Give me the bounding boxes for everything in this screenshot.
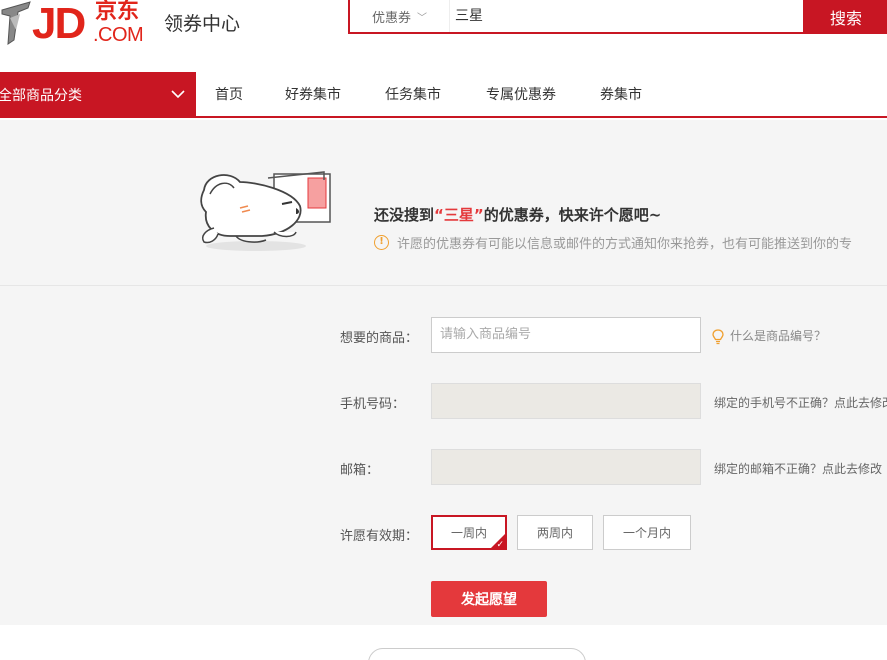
period-option-one-week[interactable]: 一周内 ✓ xyxy=(431,515,507,550)
bottom-pill-button[interactable] xyxy=(368,648,586,660)
all-categories-label: 全部商品分类 xyxy=(0,88,82,104)
empty-result-banner: 还没搜到“三星”的优惠券，快来许个愿吧~ ! 许愿的优惠券有可能以信息或邮件的方… xyxy=(0,120,887,286)
search-input[interactable]: 三星 xyxy=(455,0,795,32)
phone-label: 手机号码： xyxy=(340,397,406,412)
sleeping-dog-illustration xyxy=(200,171,331,251)
product-label: 想要的商品： xyxy=(340,331,419,346)
email-label: 邮箱： xyxy=(340,463,380,478)
email-modify-link[interactable]: 绑定的邮箱不正确？点此去修改 xyxy=(714,460,882,477)
logo-com-text: .COM xyxy=(93,24,144,46)
hero-title: 还没搜到“三星”的优惠券，快来许个愿吧~ xyxy=(374,204,661,225)
chevron-down-icon xyxy=(171,90,185,99)
main-nav: 全部商品分类 首页 好券集市 任务集市 专属优惠券 券集市 xyxy=(0,72,887,118)
chevron-down-icon: ﹀ xyxy=(417,12,427,24)
period-option-label: 一个月内 xyxy=(622,526,671,540)
product-id-help-text: 什么是商品编号？ xyxy=(730,329,827,343)
logo-cn-text: 京东 xyxy=(95,0,140,24)
nav-link-coupon-market[interactable]: 券集市 xyxy=(600,72,642,118)
all-categories-menu[interactable]: 全部商品分类 xyxy=(0,72,196,118)
warning-icon: ! xyxy=(374,235,389,250)
product-id-input[interactable]: 请输入商品编号 xyxy=(431,317,701,353)
period-option-label: 一周内 xyxy=(450,526,487,540)
header: JD 京东 .COM 领券中心 优惠券 ﹀ 三星 搜索 xyxy=(0,0,887,72)
logo-jd-text: JD xyxy=(32,0,86,48)
checkmark-icon: ✓ xyxy=(496,540,504,550)
nav-link-exclusive-coupons[interactable]: 专属优惠券 xyxy=(486,72,556,118)
jd-dog-mascot-icon xyxy=(1,1,31,45)
hero-keyword: “三星” xyxy=(434,206,484,224)
wish-panel: 还没搜到“三星”的优惠券，快来许个愿吧~ ! 许愿的优惠券有可能以信息或邮件的方… xyxy=(0,120,887,660)
validity-label: 许愿有效期： xyxy=(340,529,419,544)
site-title: 领券中心 xyxy=(164,13,241,35)
period-option-two-weeks[interactable]: 两周内 xyxy=(517,515,593,550)
search-button[interactable]: 搜索 xyxy=(805,0,887,34)
phone-field xyxy=(431,383,701,419)
lightbulb-icon xyxy=(712,328,724,344)
search-category-dropdown[interactable]: 优惠券 ﹀ xyxy=(350,0,450,32)
phone-modify-link[interactable]: 绑定的手机号不正确？点此去修改 xyxy=(714,394,887,411)
nav-link-task-market[interactable]: 任务集市 xyxy=(385,72,441,118)
jd-logo[interactable]: JD 京东 .COM xyxy=(0,0,150,50)
search-category-label: 优惠券 xyxy=(371,10,411,26)
email-field xyxy=(431,449,701,485)
search-box: 优惠券 ﹀ 三星 xyxy=(348,0,805,34)
submit-wish-button[interactable]: 发起愿望 xyxy=(431,581,547,617)
period-option-label: 两周内 xyxy=(536,526,573,540)
product-id-help-link[interactable]: 什么是商品编号？ xyxy=(712,327,826,345)
hero-title-prefix: 还没搜到 xyxy=(374,206,435,224)
period-option-one-month[interactable]: 一个月内 xyxy=(603,515,691,550)
hero-title-suffix: 的优惠券，快来许个愿吧~ xyxy=(483,206,662,224)
nav-link-good-coupons[interactable]: 好券集市 xyxy=(285,72,341,118)
nav-link-home[interactable]: 首页 xyxy=(215,72,243,118)
hero-tip: ! 许愿的优惠券有可能以信息或邮件的方式通知你来抢券，也有可能推送到你的专 xyxy=(374,233,852,252)
hero-tip-text: 许愿的优惠券有可能以信息或邮件的方式通知你来抢券，也有可能推送到你的专 xyxy=(397,237,853,252)
